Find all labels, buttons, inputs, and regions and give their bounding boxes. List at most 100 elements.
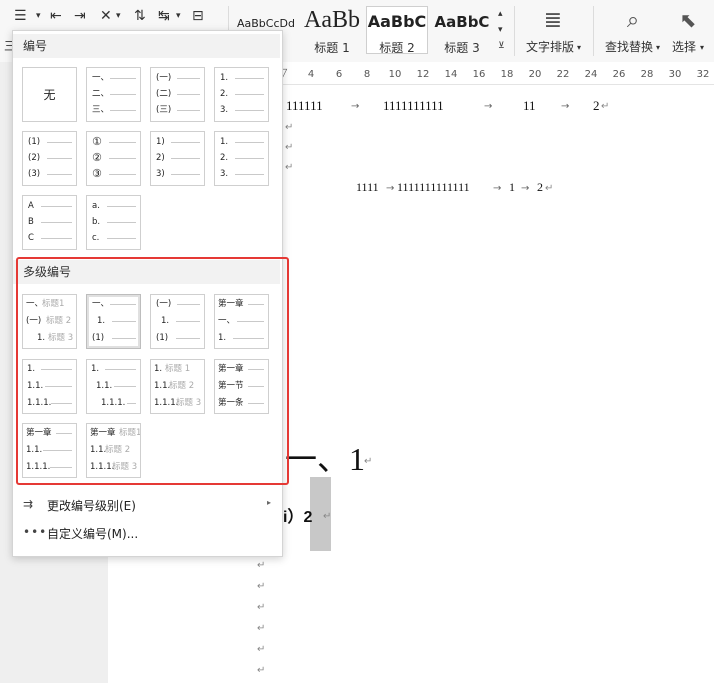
line-spacing-icon[interactable]: ↹ xyxy=(158,8,170,24)
chevron-down-icon[interactable]: ▾ xyxy=(498,22,503,38)
paragraph-mark: ↵ xyxy=(257,602,266,613)
paragraph-mark: ↵ xyxy=(285,142,294,153)
style-preview: AaBbC xyxy=(367,12,427,31)
tile-line: 2. xyxy=(220,153,229,163)
tile-line: A xyxy=(28,201,34,211)
numbering-tile[interactable]: 1. 2. 3. xyxy=(214,67,269,122)
ruler-tick: 30 xyxy=(668,69,682,80)
heading-text[interactable]: 一、1 xyxy=(285,434,365,480)
ruler-tick: 8 xyxy=(363,69,371,80)
chevron-up-icon[interactable]: ▴ xyxy=(498,6,503,22)
text-layout-label[interactable]: 文字排版 xyxy=(526,38,574,55)
custom-numbering-item[interactable]: ••• 自定义编号(M)... xyxy=(13,519,280,547)
style-heading-2[interactable]: AaBbC 标题 2 xyxy=(366,6,428,54)
numbering-tile[interactable]: A B C xyxy=(22,195,77,250)
numbering-tile[interactable]: a. b. c. xyxy=(86,195,141,250)
paragraph-mark: ↵ xyxy=(545,183,554,194)
doc-text[interactable]: 2 xyxy=(593,98,600,114)
highlight-box xyxy=(16,257,289,485)
numbering-tile[interactable]: 1. 2. 3. xyxy=(214,131,269,186)
tile-rule xyxy=(41,206,72,207)
style-heading-1[interactable]: AaBb 标题 1 xyxy=(300,6,364,54)
tile-line: (2) xyxy=(28,153,41,163)
text-layout-icon[interactable]: ≣ xyxy=(540,8,566,33)
numbering-tile[interactable]: (一) (二) (三) xyxy=(150,67,205,122)
ruler-tick: 26 xyxy=(612,69,626,80)
tile-rule xyxy=(109,174,136,175)
tab-stops-icon[interactable]: ⊟ xyxy=(192,8,204,24)
tile-rule xyxy=(177,94,200,95)
tile-rule xyxy=(41,238,72,239)
tile-rule xyxy=(235,142,264,143)
doc-text[interactable]: 111111 xyxy=(286,98,323,114)
chevron-down-icon[interactable]: ▾ xyxy=(700,40,704,56)
chevron-down-icon[interactable]: ▾ xyxy=(36,8,41,24)
doc-text[interactable]: 1111 xyxy=(356,180,379,195)
numbering-tile[interactable]: (1) (2) (3) xyxy=(22,131,77,186)
tile-rule xyxy=(107,238,136,239)
subheading-text[interactable]: i）2 xyxy=(283,503,312,527)
doc-text[interactable]: 1111111111111 xyxy=(397,180,470,195)
ruler-tick: 14 xyxy=(444,69,458,80)
chevron-down-icon[interactable]: ▾ xyxy=(577,40,581,56)
paragraph-mark: ↵ xyxy=(323,511,332,522)
doc-text[interactable]: 11 xyxy=(523,98,536,114)
chevron-down-icon[interactable]: ▾ xyxy=(176,8,181,24)
tile-line: ② xyxy=(92,151,102,164)
ruler-tick: 16 xyxy=(472,69,486,80)
sort-icon[interactable]: ⇅ xyxy=(134,8,146,24)
style-label: 标题 2 xyxy=(379,41,415,54)
ruler-tick: 10 xyxy=(388,69,402,80)
tile-rule xyxy=(107,206,136,207)
paragraph-mark: ↵ xyxy=(285,122,294,133)
style-preview: AaBb xyxy=(304,7,360,33)
numbering-tile[interactable]: 1) 2) 3) xyxy=(150,131,205,186)
tile-rule xyxy=(107,222,136,223)
text-direction-icon[interactable]: ✕ xyxy=(100,8,112,24)
style-heading-3[interactable]: AaBbC 标题 3 xyxy=(430,6,494,54)
tab-arrow: → xyxy=(351,101,360,112)
tile-rule xyxy=(177,78,200,79)
tile-line: 一、 xyxy=(92,73,110,83)
paragraph-mark: ↵ xyxy=(257,665,266,676)
increase-indent-icon[interactable]: ⇥ xyxy=(74,8,86,24)
change-level-label: 更改编号级别(E) xyxy=(47,499,136,513)
decrease-indent-icon[interactable]: ⇤ xyxy=(50,8,62,24)
tab-arrow: → xyxy=(521,183,530,194)
tile-line: 3. xyxy=(220,169,229,179)
change-numbering-level-item[interactable]: ⇉ 更改编号级别(E) ▸ xyxy=(13,491,280,519)
find-replace-label[interactable]: 查找替换 xyxy=(605,38,653,55)
style-preview: AaBbC xyxy=(434,13,490,31)
tile-rule xyxy=(41,222,72,223)
paragraph-mark: ↵ xyxy=(601,101,610,112)
tab-arrow: → xyxy=(493,183,502,194)
cursor-select-icon[interactable]: ⬉ xyxy=(677,8,699,32)
more-dots-icon: ••• xyxy=(23,525,48,539)
style-preview: AaBbCcDd xyxy=(237,17,295,30)
ruler[interactable]: ▽ 4 6 8 10 12 14 16 18 20 22 24 26 28 30… xyxy=(279,66,714,85)
tile-line: (二) xyxy=(156,89,172,99)
ruler-tick: 22 xyxy=(556,69,570,80)
numbering-tile[interactable]: 一、 二、 三、 xyxy=(86,67,141,122)
search-icon[interactable]: ⌕ xyxy=(620,8,646,33)
doc-text[interactable]: 2 xyxy=(537,180,543,195)
paragraph-mark: ↵ xyxy=(364,456,373,467)
tile-rule xyxy=(171,158,200,159)
ruler-tick: 6 xyxy=(335,69,343,80)
expand-styles-icon[interactable]: ⊻ xyxy=(498,38,505,54)
select-label[interactable]: 选择 xyxy=(672,38,696,55)
chevron-down-icon[interactable]: ▾ xyxy=(656,40,660,56)
tile-line: 1) xyxy=(156,137,165,147)
numbering-tile[interactable]: ① ② ③ xyxy=(86,131,141,186)
paragraph-mark: ↵ xyxy=(257,560,266,571)
chevron-down-icon[interactable]: ▾ xyxy=(116,8,121,24)
numbering-none-tile[interactable]: 无 xyxy=(22,67,77,122)
doc-text[interactable]: 1111111111 xyxy=(383,98,444,114)
doc-text[interactable]: 1 xyxy=(509,180,515,195)
tile-line: C xyxy=(28,233,34,243)
tile-line: 3. xyxy=(220,105,229,115)
tile-line: 2) xyxy=(156,153,165,163)
tile-rule xyxy=(171,174,200,175)
tile-line: (1) xyxy=(28,137,41,147)
numbering-list-icon[interactable]: ☰ xyxy=(14,8,27,24)
